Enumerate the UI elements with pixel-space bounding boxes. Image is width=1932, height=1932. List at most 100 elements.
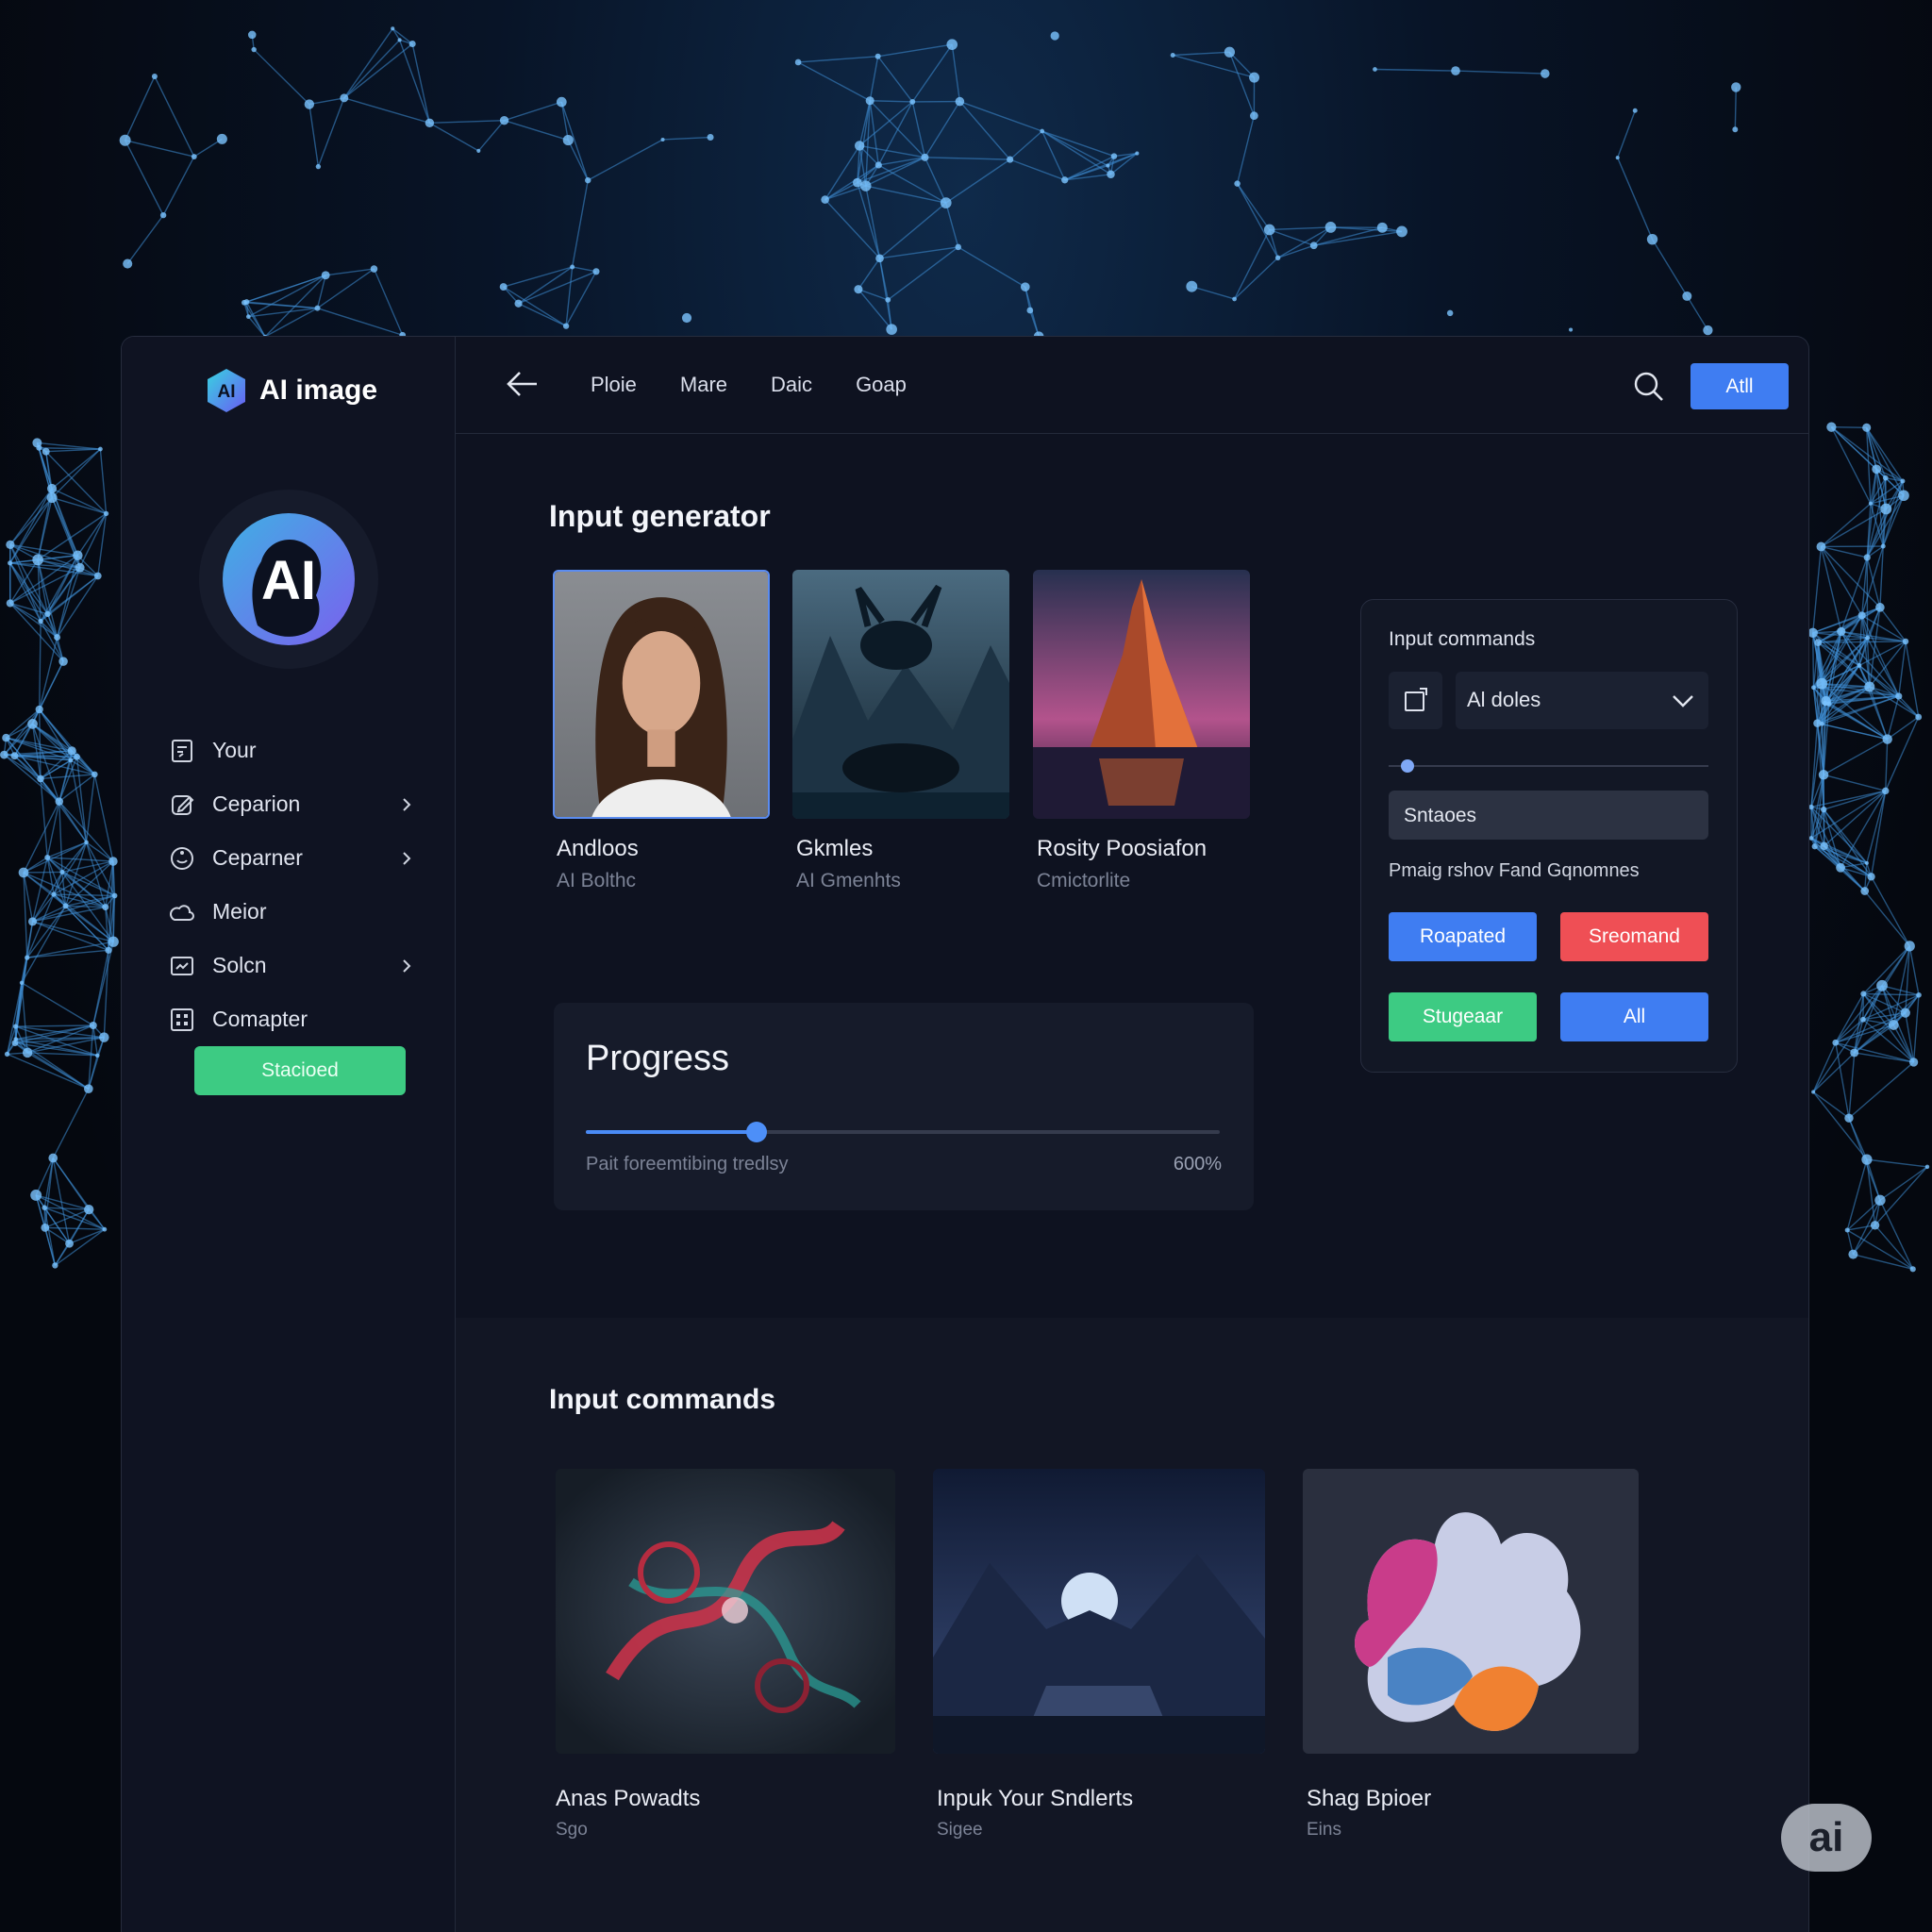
network-node [92, 771, 98, 778]
network-node [119, 134, 131, 146]
search-icon[interactable] [1633, 371, 1665, 403]
network-node [660, 137, 665, 142]
network-node [48, 1153, 58, 1163]
ai-badge: ai [1781, 1804, 1872, 1872]
sidebar-action-button[interactable]: Stacioed [194, 1046, 406, 1095]
stugeaar-button[interactable]: Stugeaar [1389, 992, 1537, 1041]
tab-ploie[interactable]: Ploie [591, 373, 637, 397]
network-node [1844, 1113, 1854, 1123]
network-node [476, 148, 481, 153]
network-node [1900, 478, 1906, 484]
network-node [1916, 991, 1922, 998]
network-node [159, 211, 167, 219]
copy-button[interactable] [1389, 672, 1442, 729]
network-link [65, 905, 109, 951]
sreomand-button[interactable]: Sreomand [1560, 912, 1708, 961]
network-node [245, 314, 251, 320]
network-link [1912, 994, 1920, 1062]
network-link [308, 104, 320, 167]
network-node [514, 299, 523, 308]
network-node [241, 299, 247, 306]
network-link [429, 122, 479, 152]
network-node [592, 268, 600, 275]
network-link [518, 303, 567, 327]
roapated-button[interactable]: Roapated [1389, 912, 1537, 961]
progress-handle[interactable] [746, 1122, 768, 1142]
network-node [1848, 1249, 1858, 1259]
network-link [1823, 774, 1886, 792]
sidebar-item-ceparner[interactable]: Ceparner [169, 831, 414, 885]
network-node [1632, 108, 1638, 113]
network-link [824, 164, 879, 201]
document-icon [172, 739, 192, 762]
network-link [9, 497, 53, 564]
network-node [1860, 991, 1867, 997]
network-link [1908, 945, 1920, 995]
network-node [391, 26, 395, 31]
network-link [1173, 51, 1230, 57]
network-link [865, 185, 946, 204]
network-link [1879, 1166, 1928, 1201]
network-link [125, 140, 194, 158]
sidebar-item-comapter[interactable]: Comapter [169, 992, 414, 1046]
back-arrow-icon[interactable] [505, 369, 539, 399]
tab-goap[interactable]: Goap [856, 373, 907, 397]
sidebar-item-your[interactable]: Your [169, 724, 414, 777]
network-link [945, 202, 959, 248]
network-link [878, 258, 892, 330]
brand-name: AI image [259, 375, 378, 406]
network-link [1812, 546, 1823, 633]
network-node [1868, 501, 1873, 506]
command-slider[interactable] [1389, 759, 1708, 773]
network-node [44, 610, 51, 618]
network-link [1234, 257, 1279, 300]
network-node [1050, 31, 1059, 41]
user-avatar[interactable]: AI [222, 512, 356, 646]
landscape-spire-image [1033, 570, 1250, 819]
network-node [397, 38, 402, 42]
network-node [860, 180, 872, 192]
network-link [85, 774, 96, 842]
progress-track[interactable] [586, 1122, 1220, 1142]
network-link [587, 139, 663, 181]
sidebar-item-solcn[interactable]: Solcn [169, 939, 414, 992]
model-select[interactable]: Al doles [1456, 672, 1708, 729]
fantasy-creature-image [792, 570, 1009, 819]
network-link [1041, 130, 1108, 167]
network-link [1863, 992, 1920, 996]
network-node [921, 153, 929, 161]
all-button[interactable]: All [1560, 992, 1708, 1041]
network-node [1110, 153, 1118, 159]
brand[interactable]: AI AI image [205, 367, 377, 414]
command-input[interactable]: Sntaoes [1389, 791, 1708, 840]
network-node [1872, 464, 1882, 475]
lower-card-anas[interactable]: Anas Powadts Sgo [556, 1469, 895, 1865]
network-link [951, 44, 961, 102]
progress-caption: Pait foreemtibing tredlsy [586, 1154, 789, 1174]
network-node [1850, 1048, 1859, 1058]
network-link [924, 157, 1010, 160]
network-node [314, 305, 321, 311]
network-node [1040, 128, 1045, 134]
network-node [59, 869, 65, 874]
tab-mare[interactable]: Mare [680, 373, 727, 397]
card-subtitle: AI Gmenhts [796, 870, 901, 891]
network-link [567, 140, 589, 181]
network-node [1249, 72, 1260, 83]
network-node [22, 1047, 33, 1058]
network-link [44, 1226, 105, 1230]
lower-card-inpuk[interactable]: Inpuk Your Sndlerts Sigee [933, 1469, 1265, 1865]
generator-card-andloos[interactable]: Andloos AI Bolthc [553, 570, 770, 891]
generator-card-gkmles[interactable]: Gkmles AI Gmenhts [792, 570, 1009, 891]
tab-daic[interactable]: Daic [771, 373, 812, 397]
lower-card-shag[interactable]: Shag Bpioer Eins [1303, 1469, 1639, 1865]
network-node [75, 562, 85, 573]
sidebar-item-meior[interactable]: Meior [169, 885, 414, 939]
network-node [52, 1262, 58, 1269]
generator-card-rosity[interactable]: Rosity Poosiafon Cmictorlite [1033, 570, 1250, 891]
command-slider-handle[interactable] [1401, 759, 1415, 773]
sidebar-item-ceparion[interactable]: Ceparion [169, 777, 414, 831]
top-action-button[interactable]: Atll [1690, 363, 1789, 409]
network-node [1861, 1154, 1873, 1165]
chevron-right-icon [403, 958, 411, 973]
